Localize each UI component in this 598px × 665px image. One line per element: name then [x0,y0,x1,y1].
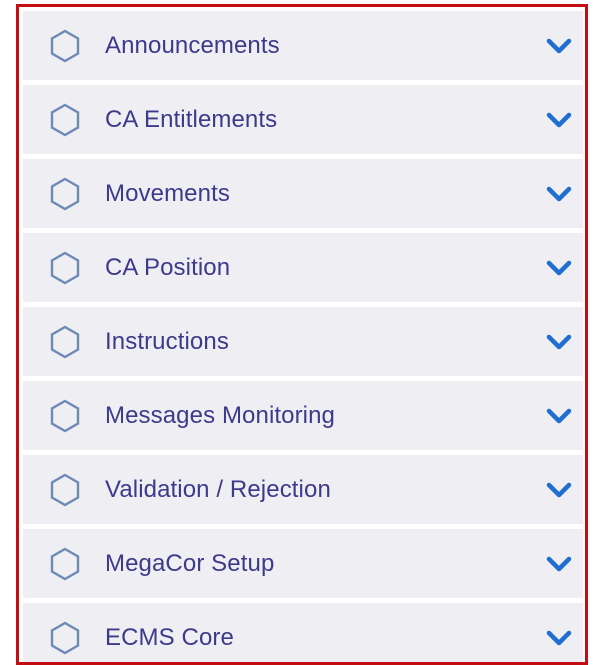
chevron-down-icon[interactable] [545,36,573,56]
menu-item-announcements[interactable]: Announcements [23,11,583,80]
menu-item-label: CA Position [105,253,231,281]
hexagon-icon [50,251,80,284]
menu-item-label: Validation / Rejection [105,475,331,503]
menu-item-label: CA Entitlements [105,105,278,133]
menu-item-label: Movements [105,179,230,207]
hexagon-icon [50,103,80,136]
menu-item-ca-entitlements[interactable]: CA Entitlements [23,85,583,154]
menu-item-ecms-core[interactable]: ECMS Core [23,603,583,662]
chevron-down-icon[interactable] [545,480,573,500]
menu-item-validation-rejection[interactable]: Validation / Rejection [23,455,583,524]
hexagon-icon [50,177,80,210]
menu-item-label: Announcements [105,31,280,59]
chevron-down-icon[interactable] [545,332,573,352]
menu-item-label: Instructions [105,327,229,355]
menu-item-label: Messages Monitoring [105,401,336,429]
menu-item-movements[interactable]: Movements [23,159,583,228]
chevron-down-icon[interactable] [545,184,573,204]
hexagon-icon [50,399,80,432]
hexagon-icon [50,473,80,506]
chevron-down-icon[interactable] [545,554,573,574]
hexagon-icon [50,621,80,654]
chevron-down-icon[interactable] [545,258,573,278]
hexagon-icon [50,325,80,358]
menu-item-megacor-setup[interactable]: MegaCor Setup [23,529,583,598]
chevron-down-icon[interactable] [545,110,573,130]
chevron-down-icon[interactable] [545,628,573,648]
highlight-frame: Announcements CA Entitlements Movements … [16,4,588,665]
menu-item-label: ECMS Core [105,623,234,651]
chevron-down-icon[interactable] [545,406,573,426]
hexagon-icon [50,547,80,580]
hexagon-icon [50,29,80,62]
menu-item-instructions[interactable]: Instructions [23,307,583,376]
menu-item-messages-monitoring[interactable]: Messages Monitoring [23,381,583,450]
navigation-menu: Announcements CA Entitlements Movements … [23,11,583,662]
menu-item-label: MegaCor Setup [105,549,275,577]
menu-item-ca-position[interactable]: CA Position [23,233,583,302]
